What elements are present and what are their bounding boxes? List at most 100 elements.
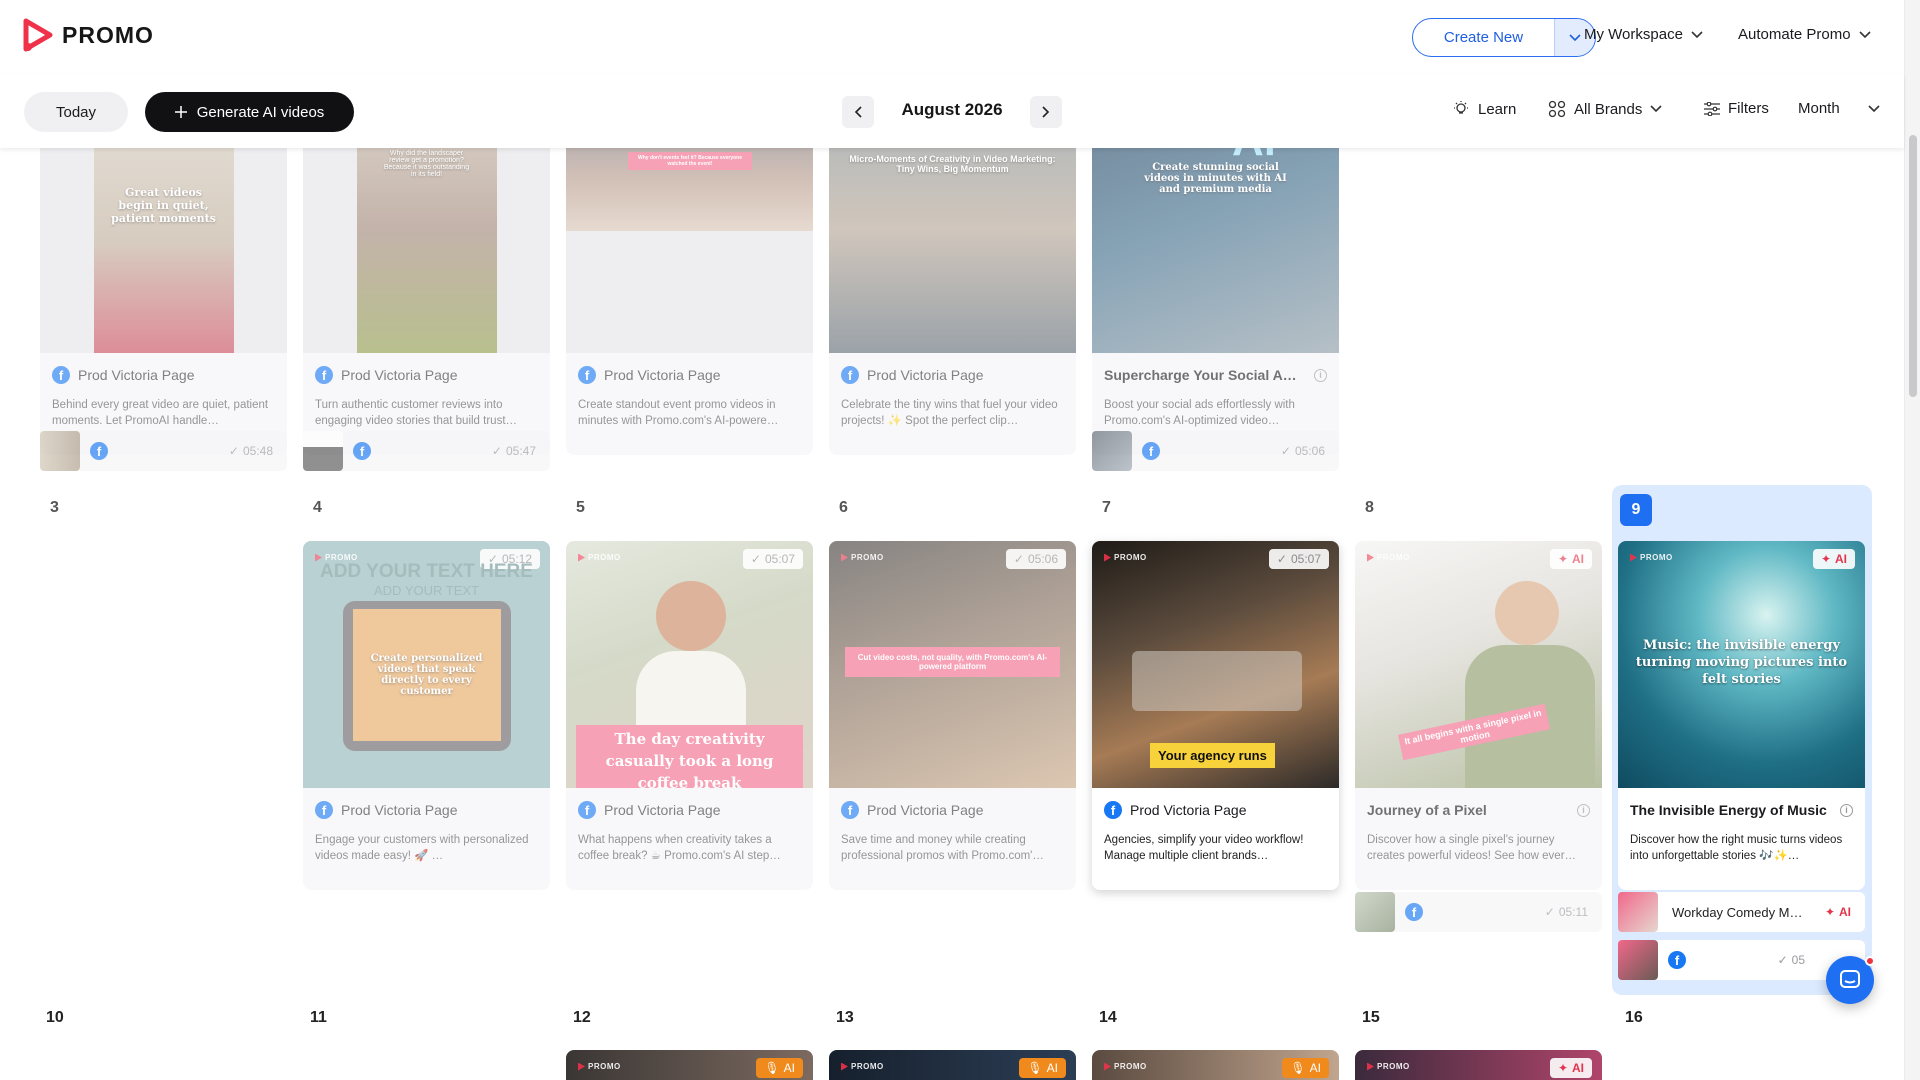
filters-label: Filters xyxy=(1728,100,1769,117)
video-thumbnail: PROMO ✦ AI It all begins with a single p… xyxy=(1355,541,1602,788)
brands-grid-icon xyxy=(1548,100,1566,118)
facebook-icon: f xyxy=(1405,903,1423,921)
video-card[interactable]: PROMO ✓ 05:12 ADD YOUR TEXT HERE ADD YOU… xyxy=(303,541,550,890)
scheduled-post-row[interactable]: f ✓ 05:48 xyxy=(40,431,287,471)
all-brands-dropdown[interactable]: All Brands xyxy=(1548,100,1662,118)
video-thumbnail: PROMO ✦ AI Music: the invisible energy t… xyxy=(1618,541,1865,788)
scheduled-post-row[interactable]: f ✓ 05:11 xyxy=(1355,892,1602,932)
scheduled-post-row[interactable]: f ✓ 05:47 xyxy=(303,431,550,471)
card-title: f Prod Victoria Page xyxy=(315,800,538,820)
filters-button[interactable]: Filters xyxy=(1704,100,1769,117)
post-time-value: 05:48 xyxy=(242,444,273,458)
day-number[interactable]: 15 xyxy=(1362,1009,1380,1027)
scrollbar-thumb[interactable] xyxy=(1909,135,1917,397)
video-card[interactable]: PROMO 🎙 AI xyxy=(566,1050,813,1080)
scheduled-time: 05:07 xyxy=(1290,552,1321,566)
video-card[interactable]: Why don't events feel it? Because everyo… xyxy=(566,148,813,455)
learn-button[interactable]: Learn xyxy=(1452,100,1516,118)
app-logo[interactable]: PROMO xyxy=(22,18,154,52)
scheduled-post-row[interactable]: f ✓ 05:06 xyxy=(1092,431,1339,471)
next-month-button[interactable] xyxy=(1030,96,1062,128)
ai-badge-label: AI xyxy=(1839,905,1851,919)
video-card[interactable]: PROMO 🎙 AI xyxy=(1092,1050,1339,1080)
video-thumbnail: Great videos begin in quiet, patient mom… xyxy=(40,148,287,353)
facebook-icon: f xyxy=(1668,951,1686,969)
ai-badge-label: AI xyxy=(1835,552,1847,566)
post-time: ✓ 05 xyxy=(1777,953,1805,967)
today-button[interactable]: Today xyxy=(24,92,128,132)
card-page-name: Prod Victoria Page xyxy=(604,367,721,383)
video-card[interactable]: Ai Create stunning social videos in minu… xyxy=(1092,148,1339,455)
promo-watermark-icon: PROMO xyxy=(1104,1062,1147,1071)
generate-ai-videos-label: Generate AI videos xyxy=(196,103,325,121)
video-thumbnail: PROMO ✓ 05:06 Cut video costs, not quali… xyxy=(829,541,1076,788)
scheduled-time-badge: ✓ 05:07 xyxy=(742,549,803,569)
video-card[interactable]: PROMO ✦ AI Music: the invisible energy t… xyxy=(1618,541,1865,890)
video-card[interactable]: PROMO ✓ 05:07 The day creativity casuall… xyxy=(566,541,813,890)
info-icon[interactable]: i xyxy=(1577,803,1590,817)
card-video-title: Journey of a Pixel xyxy=(1367,802,1487,818)
day-number[interactable]: 11 xyxy=(310,1009,327,1027)
info-icon[interactable]: i xyxy=(1314,368,1327,382)
ai-voice-badge: 🎙 AI xyxy=(756,1058,803,1078)
card-description: Engage your customers with personalized … xyxy=(315,834,529,862)
workspace-dropdown[interactable]: My Workspace xyxy=(1584,26,1703,43)
card-video-title: Supercharge Your Social A… xyxy=(1104,367,1297,383)
day-number[interactable]: 4 xyxy=(313,499,322,517)
thumbnail-headline: ADD YOUR TEXT HERE xyxy=(320,561,533,582)
scheduled-post-row[interactable]: Workday Comedy M… ✦ AI xyxy=(1618,892,1865,932)
video-card[interactable]: PROMO ✦ AI xyxy=(1355,1050,1602,1080)
day-number[interactable]: 16 xyxy=(1625,1009,1643,1027)
day-number[interactable]: 8 xyxy=(1365,499,1374,517)
ai-badge: ✦ AI xyxy=(1824,905,1851,919)
day-number[interactable]: 5 xyxy=(576,499,585,517)
ai-badge-label: AI xyxy=(783,1061,795,1075)
facebook-icon: f xyxy=(841,366,859,384)
video-card[interactable]: Why did the landscaper review get a prom… xyxy=(303,148,550,455)
video-card[interactable]: Micro-Moments of Creativity in Video Mar… xyxy=(829,148,1076,455)
day-number[interactable]: 3 xyxy=(50,499,59,517)
create-new-button[interactable]: Create New xyxy=(1412,18,1596,57)
post-thumbnail xyxy=(1618,892,1658,932)
generate-ai-videos-button[interactable]: Generate AI videos xyxy=(145,92,354,132)
day-number[interactable]: 14 xyxy=(1099,1009,1117,1027)
day-number[interactable]: 7 xyxy=(1102,499,1111,517)
view-mode-dropdown[interactable]: Month xyxy=(1798,100,1880,117)
video-card[interactable]: PROMO ✦ AI It all begins with a single p… xyxy=(1355,541,1602,890)
thumbnail-caption: Why don't events feel it? Because everyo… xyxy=(628,152,752,170)
day-number[interactable]: 10 xyxy=(46,1009,64,1027)
thumbnail-caption: Cut video costs, not quality, with Promo… xyxy=(845,647,1060,677)
automate-promo-dropdown[interactable]: Automate Promo xyxy=(1738,26,1871,43)
post-thumbnail xyxy=(1355,892,1395,932)
today-day-number[interactable]: 9 xyxy=(1620,494,1652,526)
ai-voice-badge: 🎙 AI xyxy=(1282,1058,1329,1078)
thumbnail-caption: Great videos begin in quiet, patient mom… xyxy=(111,186,216,225)
promo-watermark-icon: PROMO xyxy=(841,553,884,562)
facebook-icon: f xyxy=(315,366,333,384)
card-description: What happens when creativity takes a cof… xyxy=(578,834,781,862)
card-description: Create standout event promo videos in mi… xyxy=(578,399,779,427)
card-page-name: Prod Victoria Page xyxy=(867,367,984,383)
learn-label: Learn xyxy=(1478,100,1517,118)
day-number[interactable]: 12 xyxy=(573,1009,591,1027)
facebook-icon: f xyxy=(90,442,108,460)
day-number[interactable]: 6 xyxy=(839,499,848,517)
thumbnail-caption: Music: the invisible energy turning movi… xyxy=(1635,638,1848,687)
promo-logo-icon xyxy=(23,18,53,52)
video-card[interactable]: Great videos begin in quiet, patient mom… xyxy=(40,148,287,455)
video-thumbnail: Why don't events feel it? Because everyo… xyxy=(566,148,813,353)
chevron-down-icon xyxy=(1858,30,1871,38)
page-scrollbar[interactable] xyxy=(1904,0,1920,1080)
video-card[interactable]: PROMO 🎙 AI xyxy=(829,1050,1076,1080)
card-title: f Prod Victoria Page xyxy=(578,800,801,820)
ai-badge: ✦ AI xyxy=(1812,549,1855,569)
create-new-label[interactable]: Create New xyxy=(1413,19,1554,56)
filters-icon xyxy=(1704,101,1720,116)
info-icon[interactable]: i xyxy=(1840,803,1853,817)
video-card-selected[interactable]: PROMO ✓ 05:07 Your agency runs f Prod Vic… xyxy=(1092,541,1339,890)
support-chat-button[interactable] xyxy=(1826,956,1875,1004)
video-thumbnail: Ai Create stunning social videos in minu… xyxy=(1092,148,1339,353)
day-number[interactable]: 13 xyxy=(836,1009,854,1027)
video-card[interactable]: PROMO ✓ 05:06 Cut video costs, not quali… xyxy=(829,541,1076,890)
chat-icon xyxy=(1840,970,1860,988)
